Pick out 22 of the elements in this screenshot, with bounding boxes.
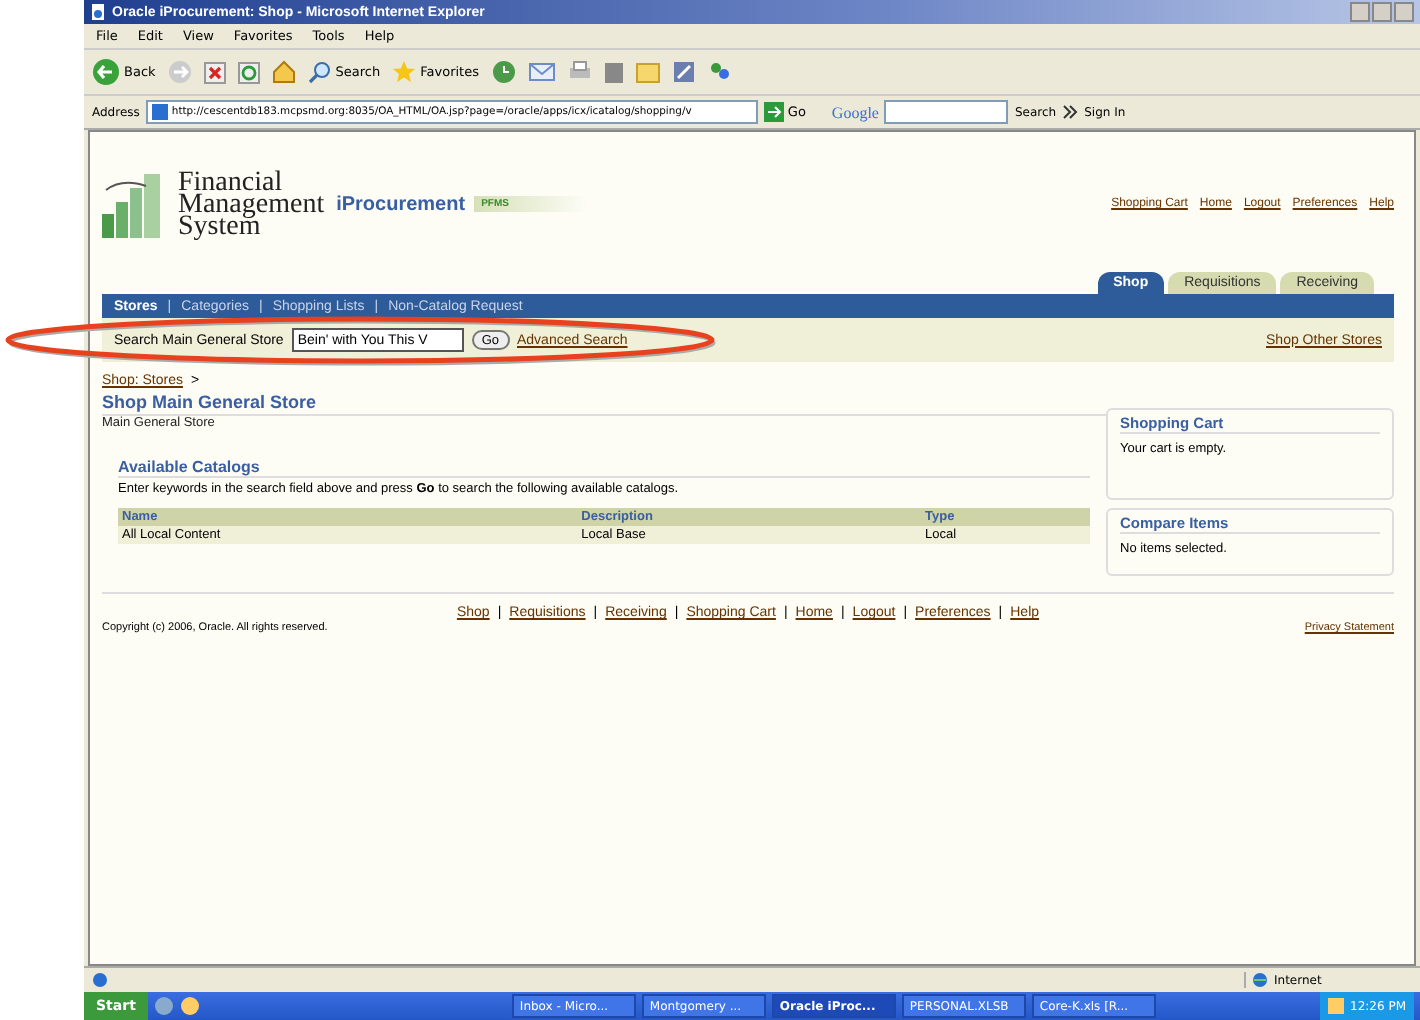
page-icon <box>92 972 108 988</box>
search-icon <box>307 60 332 84</box>
mail-icon[interactable] <box>527 60 555 84</box>
forward-arrow-icon[interactable] <box>167 60 192 84</box>
logo-text: Financial Management System <box>178 172 325 238</box>
back-arrow-icon <box>92 58 120 86</box>
printer-icon[interactable] <box>567 60 591 84</box>
section-heading: Available Catalogs <box>118 458 1090 478</box>
folder-icon[interactable] <box>635 61 659 83</box>
google-search-field[interactable] <box>884 100 1009 124</box>
refresh-icon[interactable] <box>237 61 260 83</box>
stop-icon[interactable] <box>203 61 226 83</box>
app-name: iProcurement <box>336 193 466 215</box>
page-icon <box>151 104 168 120</box>
home-icon[interactable] <box>271 60 296 84</box>
go-arrow-icon <box>763 102 784 122</box>
history-icon[interactable] <box>491 60 515 84</box>
google-logo: Google <box>831 103 879 121</box>
chevron-icon[interactable] <box>1062 104 1079 120</box>
star-icon <box>392 60 417 84</box>
page-icon <box>90 4 106 20</box>
globe-icon <box>1252 972 1268 988</box>
